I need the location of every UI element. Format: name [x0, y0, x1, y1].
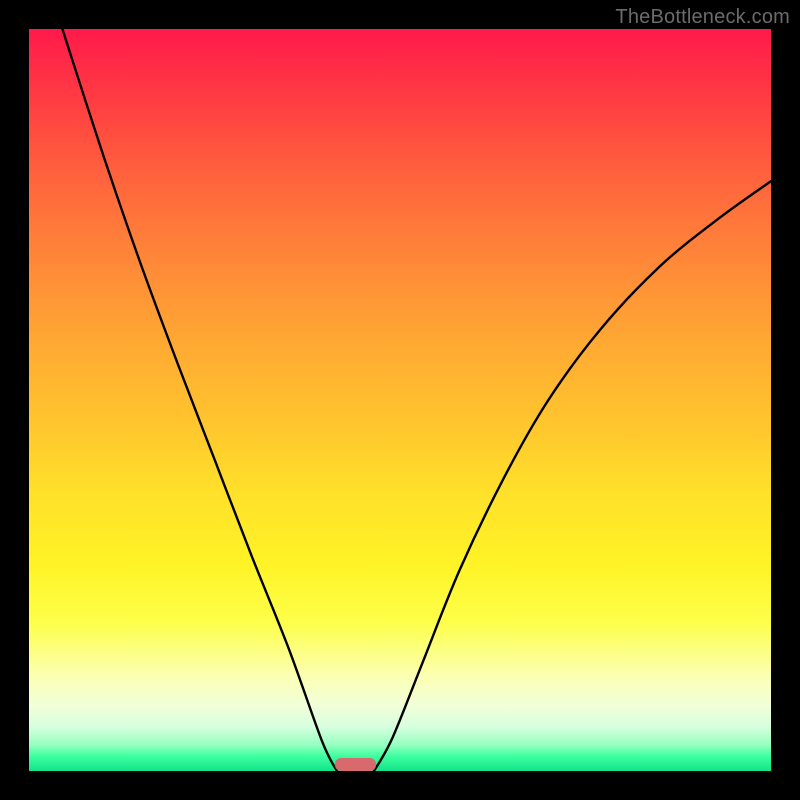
watermark-text: TheBottleneck.com [615, 6, 790, 29]
plot-area [29, 29, 771, 771]
chart-frame: TheBottleneck.com [0, 0, 800, 800]
balance-marker [335, 758, 376, 771]
left-curve [62, 29, 337, 771]
curves-svg [29, 29, 771, 771]
right-curve [374, 181, 771, 771]
